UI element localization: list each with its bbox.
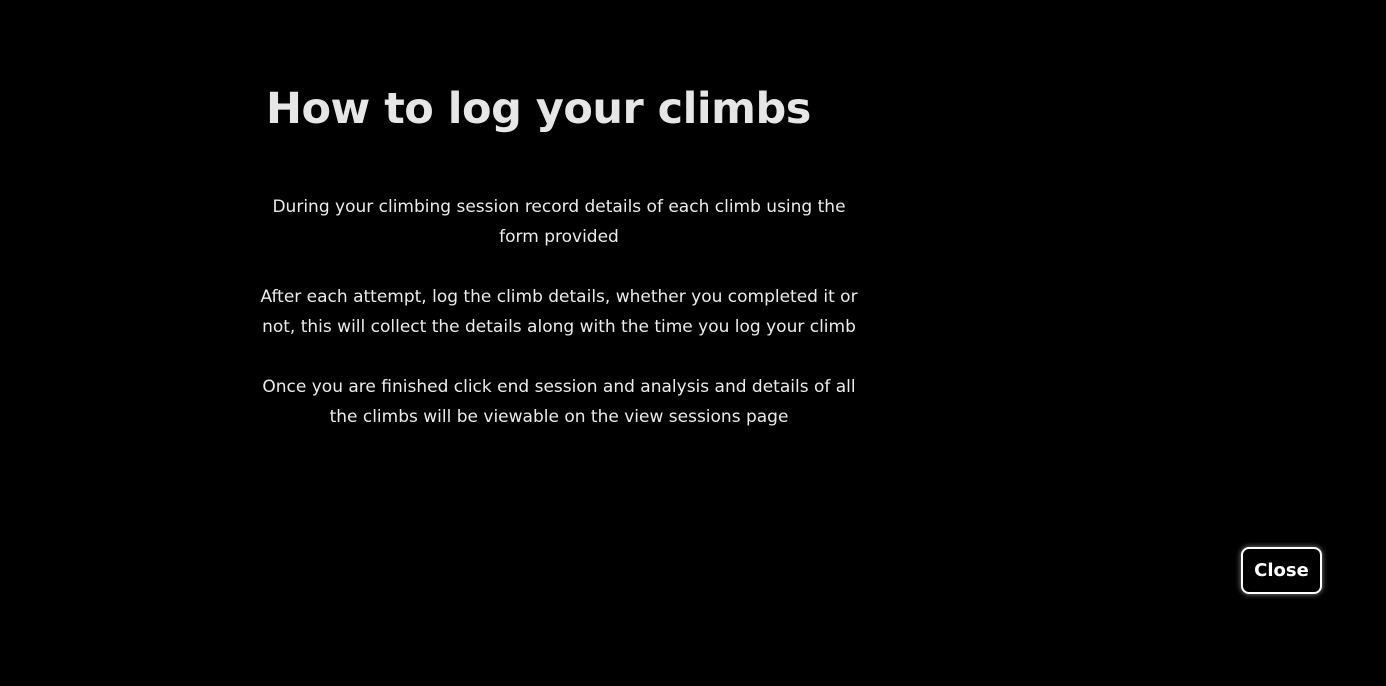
close-button[interactable]: Close [1241, 547, 1322, 594]
modal-title: How to log your climbs [266, 84, 811, 134]
instruction-paragraph-3: Once you are finished click end session … [262, 377, 856, 427]
instruction-paragraph-1: During your climbing session record deta… [272, 197, 846, 247]
instructions-body: During your climbing session record deta… [260, 192, 858, 462]
how-to-modal: How to log your climbs During your climb… [0, 0, 1386, 686]
instruction-paragraph-2: After each attempt, log the climb detail… [260, 287, 858, 337]
